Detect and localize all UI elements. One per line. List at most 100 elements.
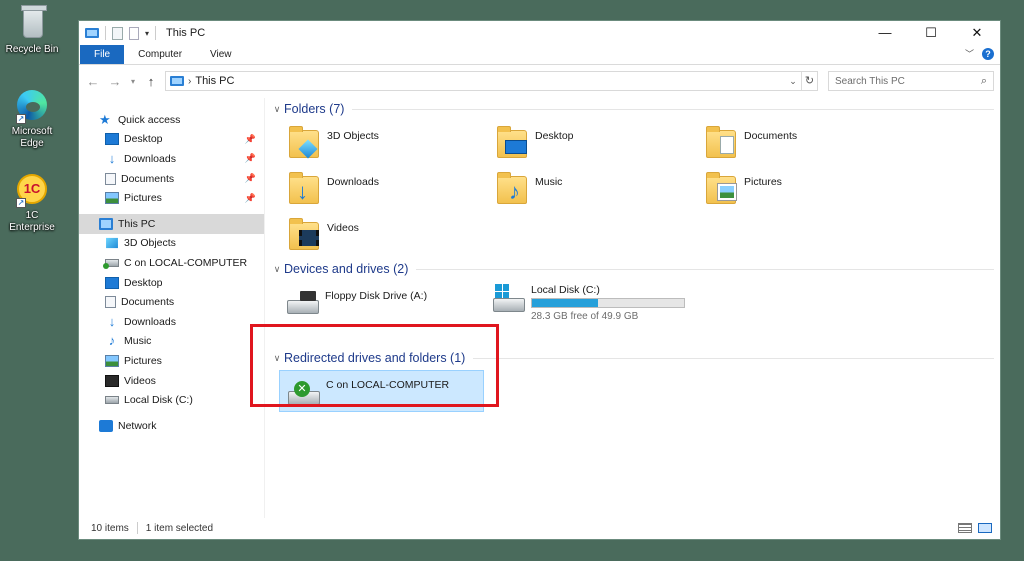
- collapse-chevron-icon[interactable]: ∨: [270, 104, 284, 115]
- folder-tile-desktop[interactable]: Desktop: [497, 126, 574, 162]
- nav-this-pc[interactable]: This PC: [79, 213, 264, 234]
- videos-icon: [105, 374, 119, 387]
- redirected-network-drive-icon: ✕: [288, 375, 320, 411]
- 1c-logo-icon: 1C ↗: [14, 172, 50, 208]
- folder-tile-pictures[interactable]: Pictures: [706, 172, 782, 208]
- pictures-icon: [105, 192, 119, 205]
- nav-quick-documents[interactable]: Documents 📌: [79, 169, 264, 189]
- recent-locations-chevron-icon[interactable]: ▾: [129, 77, 137, 86]
- download-arrow-icon: ↓: [108, 150, 116, 166]
- music-folder-icon: ♪: [497, 172, 529, 208]
- search-icon: ⌕: [980, 74, 987, 87]
- group-header-redirected[interactable]: ∨ Redirected drives and folders (1): [269, 348, 994, 368]
- tab-computer[interactable]: Computer: [124, 45, 196, 64]
- redirected-drive-tile[interactable]: ✕ C on LOCAL-COMPUTER: [279, 370, 484, 412]
- group-header-devices[interactable]: ∨ Devices and drives (2): [269, 259, 994, 279]
- free-space-text: 28.3 GB free of 49.9 GB: [531, 311, 639, 322]
- music-note-icon: ♪: [108, 333, 116, 349]
- folder-tile-music[interactable]: ♪ Music: [497, 172, 562, 208]
- desktop-folder-icon: [105, 133, 119, 146]
- desktop-icon-edge[interactable]: ↗ Microsoft Edge: [2, 88, 62, 150]
- nav-network[interactable]: Network: [79, 416, 264, 436]
- nav-pc-local-disk[interactable]: Local Disk (C:): [79, 390, 264, 410]
- this-pc-icon: [170, 76, 184, 86]
- nav-quick-pictures[interactable]: Pictures 📌: [79, 188, 264, 208]
- folder-tile-videos[interactable]: Videos: [289, 218, 359, 254]
- capacity-fill: [532, 299, 598, 307]
- desktop-folder-icon: [497, 126, 529, 162]
- network-icon: [99, 419, 113, 432]
- desktop-icon-recycle-bin[interactable]: Recycle Bin: [2, 5, 62, 56]
- hard-drive-windows-icon: [493, 280, 525, 316]
- 3d-objects-folder-icon: [289, 126, 321, 162]
- edge-icon: ↗: [14, 88, 50, 124]
- breadcrumb-this-pc[interactable]: This PC: [195, 75, 234, 87]
- floppy-drive-icon: [287, 286, 319, 322]
- explorer-window: ▾ This PC — ☐ ✕ File Computer View ﹀ ? ←…: [78, 20, 1001, 540]
- new-folder-icon[interactable]: [129, 26, 139, 40]
- tab-file[interactable]: File: [80, 45, 125, 64]
- address-bar[interactable]: › This PC ⌄ ↻: [165, 71, 818, 91]
- download-arrow-icon: ↓: [108, 313, 116, 329]
- videos-folder-icon: [289, 218, 321, 254]
- pin-icon: 📌: [244, 153, 256, 164]
- collapse-chevron-icon[interactable]: ∨: [270, 264, 284, 275]
- pin-icon: 📌: [244, 192, 256, 203]
- drive-tile-local-disk[interactable]: Local Disk (C:) 28.3 GB free of 49.9 GB: [493, 280, 685, 322]
- large-icons-view-icon[interactable]: [978, 523, 992, 533]
- forward-arrow-icon[interactable]: →: [107, 74, 123, 89]
- star-icon: ★: [99, 111, 111, 127]
- details-view-icon[interactable]: [958, 523, 972, 533]
- breadcrumb-separator-icon[interactable]: ›: [188, 76, 191, 87]
- item-count: 10 items: [91, 522, 129, 534]
- folder-tile-3d-objects[interactable]: 3D Objects: [289, 126, 379, 162]
- pictures-folder-icon: [706, 172, 738, 208]
- address-dropdown-chevron-icon[interactable]: ⌄: [785, 72, 801, 90]
- expand-ribbon-chevron-icon[interactable]: ﹀: [965, 47, 974, 60]
- minimize-button[interactable]: —: [862, 21, 908, 45]
- nav-pc-music[interactable]: ♪ Music: [79, 332, 264, 352]
- navigation-bar: ← → ▾ ↑ › This PC ⌄ ↻ Search This PC ⌕: [79, 65, 1000, 97]
- redirected-drive-icon: [103, 258, 119, 269]
- nav-pc-3d-objects[interactable]: 3D Objects: [79, 234, 264, 254]
- recycle-bin-icon: [14, 5, 50, 42]
- help-button[interactable]: ?: [982, 47, 994, 60]
- document-icon: [105, 172, 116, 185]
- nav-quick-access[interactable]: ★ Quick access: [79, 110, 264, 130]
- hard-drive-icon: [105, 396, 119, 405]
- nav-pc-c-on-local-computer[interactable]: C on LOCAL-COMPUTER: [79, 253, 264, 273]
- pin-icon: 📌: [244, 173, 256, 184]
- close-button[interactable]: ✕: [954, 21, 1000, 45]
- properties-icon[interactable]: [112, 26, 123, 40]
- back-arrow-icon[interactable]: ←: [85, 74, 101, 89]
- maximize-button[interactable]: ☐: [908, 21, 954, 45]
- quick-access-toolbar: ▾: [85, 26, 157, 40]
- nav-pc-documents[interactable]: Documents: [79, 292, 264, 312]
- nav-pc-downloads[interactable]: ↓ Downloads: [79, 312, 264, 332]
- nav-pc-desktop[interactable]: Desktop: [79, 273, 264, 293]
- pictures-icon: [105, 354, 119, 367]
- this-pc-icon: [99, 217, 113, 230]
- refresh-icon[interactable]: ↻: [801, 72, 817, 90]
- drive-tile-floppy[interactable]: Floppy Disk Drive (A:): [287, 286, 427, 322]
- nav-quick-downloads[interactable]: ↓ Downloads 📌: [79, 149, 264, 169]
- this-pc-icon: [85, 28, 99, 38]
- nav-quick-desktop[interactable]: Desktop 📌: [79, 130, 264, 150]
- group-header-folders[interactable]: ∨ Folders (7): [269, 99, 994, 119]
- document-icon: [105, 296, 116, 309]
- search-placeholder: Search This PC: [835, 75, 905, 87]
- customize-toolbar-chevron-icon[interactable]: ▾: [145, 29, 149, 38]
- folder-tile-downloads[interactable]: ↓ Downloads: [289, 172, 379, 208]
- tab-view[interactable]: View: [196, 45, 246, 64]
- status-bar: 10 items 1 item selected: [79, 517, 1000, 539]
- downloads-folder-icon: ↓: [289, 172, 321, 208]
- collapse-chevron-icon[interactable]: ∨: [270, 353, 284, 364]
- nav-pc-videos[interactable]: Videos: [79, 371, 264, 391]
- ribbon-tabs: File Computer View ﹀ ?: [79, 45, 1000, 65]
- nav-pc-pictures[interactable]: Pictures: [79, 351, 264, 371]
- desktop-icon-1c-enterprise[interactable]: 1C ↗ 1C Enterprise: [2, 172, 62, 234]
- up-arrow-icon[interactable]: ↑: [143, 74, 159, 89]
- search-input[interactable]: Search This PC ⌕: [828, 71, 994, 91]
- folder-tile-documents[interactable]: Documents: [706, 126, 797, 162]
- navigation-pane: ★ Quick access Desktop 📌 ↓ Downloads 📌 D…: [79, 98, 265, 518]
